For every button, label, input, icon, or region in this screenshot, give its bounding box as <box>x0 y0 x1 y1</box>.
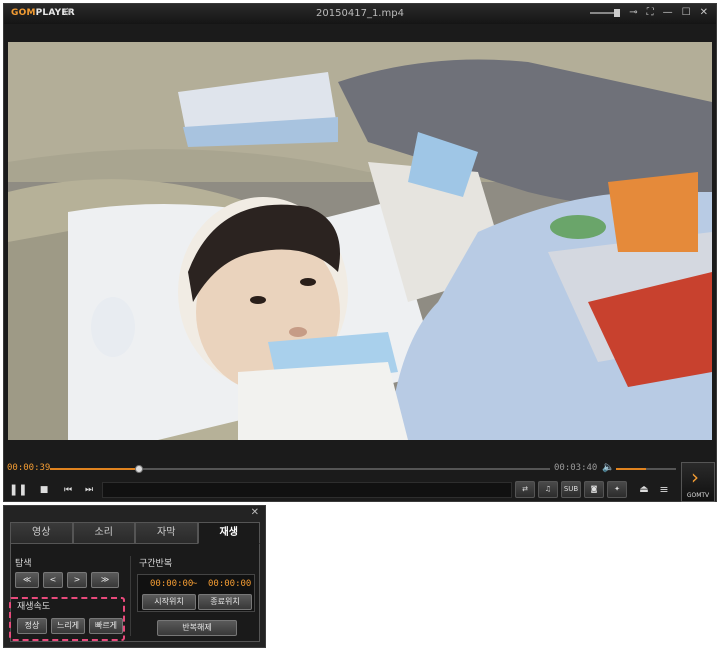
capture-icon[interactable]: ◙ <box>584 481 604 498</box>
audio-settings-icon[interactable]: ♫ <box>538 481 558 498</box>
gomplayer-window: GOMPLAYER ⚙ 20150417_1.mp4 ⊸ ⛶ — ☐ ✕ 00:… <box>3 3 717 502</box>
rewind-button[interactable]: < <box>43 572 63 588</box>
menu-icon[interactable]: ≡ <box>655 481 673 499</box>
rewind-far-button[interactable]: ≪ <box>15 572 39 588</box>
repeat-end-time: 00:00:00 <box>208 579 252 589</box>
set-start-button[interactable]: 시작위치 <box>142 594 196 610</box>
effects-icon[interactable]: ✦ <box>607 481 627 498</box>
ab-repeat-time-box: 00:00:00 ~ 00:00:00 시작위치 종료위치 <box>137 574 255 612</box>
panel-tabs: 영상 소리 자막 재생 <box>10 522 260 544</box>
previous-button[interactable]: ⏮ <box>59 481 77 499</box>
eject-icon[interactable]: ⏏ <box>635 481 653 499</box>
maximize-icon[interactable]: ☐ <box>682 7 691 18</box>
forward-far-button[interactable]: ≫ <box>91 572 119 588</box>
close-icon[interactable]: ✕ <box>700 7 708 18</box>
control-bar: ❚❚ ■ ⏮ ⏭ ⇄ ♫ SUB ◙ ✦ ⏏ ≡ <box>4 479 716 501</box>
speed-highlight-box <box>9 597 125 641</box>
stop-button[interactable]: ■ <box>35 481 53 499</box>
title-bar[interactable]: GOMPLAYER ⚙ 20150417_1.mp4 ⊸ ⛶ — ☐ ✕ <box>4 4 716 24</box>
current-time: 00:00:39 <box>7 463 51 473</box>
tab-video[interactable]: 영상 <box>10 522 73 544</box>
set-end-button[interactable]: 종료위치 <box>198 594 252 610</box>
repeat-start-time: 00:00:00 <box>150 579 194 589</box>
close-icon[interactable]: ✕ <box>251 507 259 518</box>
pause-button[interactable]: ❚❚ <box>9 481 27 499</box>
section-divider <box>130 556 131 636</box>
seek-progress <box>50 468 139 470</box>
tab-sound[interactable]: 소리 <box>72 522 135 544</box>
gomtv-label: GOMTV <box>686 492 710 499</box>
minimize-icon[interactable]: — <box>663 7 673 18</box>
video-frame[interactable] <box>8 42 712 440</box>
seek-handle[interactable] <box>134 465 143 473</box>
opacity-slider[interactable] <box>590 8 621 17</box>
subtitle-button[interactable]: SUB <box>561 481 581 498</box>
timeline-bar: 00:00:39 00:03:40 🔈 <box>4 462 716 476</box>
tab-playback[interactable]: 재생 <box>197 522 260 544</box>
next-button[interactable]: ⏭ <box>80 481 98 499</box>
video-image <box>8 42 712 440</box>
search-section-title: 탐색 <box>15 559 32 569</box>
volume-icon[interactable]: 🔈 <box>602 462 614 473</box>
forward-button[interactable]: > <box>67 572 87 588</box>
gomtv-button[interactable]: › GOMTV <box>681 462 715 502</box>
volume-level <box>616 468 646 470</box>
release-repeat-button[interactable]: 반복해제 <box>157 620 237 636</box>
tab-subtitle[interactable]: 자막 <box>135 522 198 544</box>
volume-slider[interactable] <box>616 468 676 470</box>
chevron-right-icon: › <box>691 465 699 489</box>
fullscreen-icon[interactable]: ⛶ <box>647 7 654 18</box>
pin-icon[interactable]: ⊸ <box>629 7 637 18</box>
info-display <box>102 482 512 498</box>
subtitle-sync-icon[interactable]: ⇄ <box>515 481 535 498</box>
repeat-separator: ~ <box>192 579 198 589</box>
total-time: 00:03:40 <box>554 463 598 473</box>
seek-bar[interactable] <box>50 465 550 473</box>
ab-repeat-section-title: 구간반복 <box>139 559 173 569</box>
